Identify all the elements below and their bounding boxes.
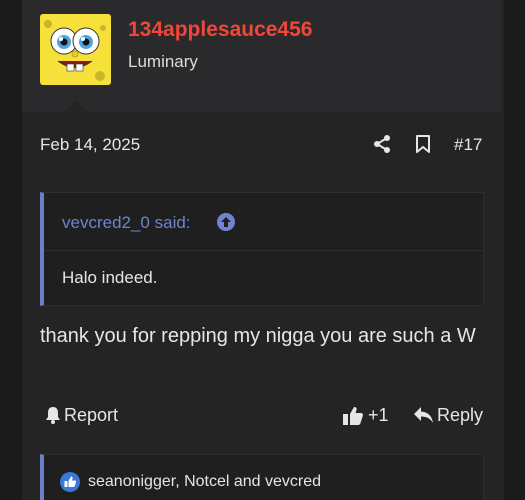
post-date[interactable]: Feb 14, 2025 [40, 135, 140, 155]
avatar[interactable] [40, 14, 111, 85]
quote-block: vevcred2_0 said: Halo indeed. [40, 192, 484, 306]
report-button[interactable]: Report [64, 405, 118, 426]
quote-header: vevcred2_0 said: [44, 193, 483, 251]
reply-arrow-icon[interactable] [413, 406, 434, 424]
reaction-users[interactable]: seanonigger, Notcel and vevcred [88, 473, 321, 491]
post-number[interactable]: #17 [454, 135, 482, 155]
quote-text: Halo indeed. [62, 268, 158, 287]
flag-icon[interactable] [44, 406, 62, 424]
user-title: Luminary [128, 52, 198, 71]
avatar-pointer [64, 100, 88, 112]
bookmark-icon[interactable] [414, 134, 432, 154]
thumbs-up-icon[interactable] [342, 405, 364, 426]
reply-button[interactable]: Reply [437, 405, 483, 426]
post-body: thank you for repping my nigga you are s… [40, 325, 476, 347]
quote-author[interactable]: vevcred2_0 said: [62, 213, 191, 233]
like-count[interactable]: +1 [368, 405, 389, 426]
like-badge-icon [60, 472, 80, 492]
reactions-bar[interactable]: seanonigger, Notcel and vevcred [40, 454, 484, 500]
username[interactable]: 134applesauce456 [128, 18, 312, 42]
share-icon[interactable] [372, 134, 392, 154]
arrow-up-circle-icon[interactable] [216, 212, 236, 232]
